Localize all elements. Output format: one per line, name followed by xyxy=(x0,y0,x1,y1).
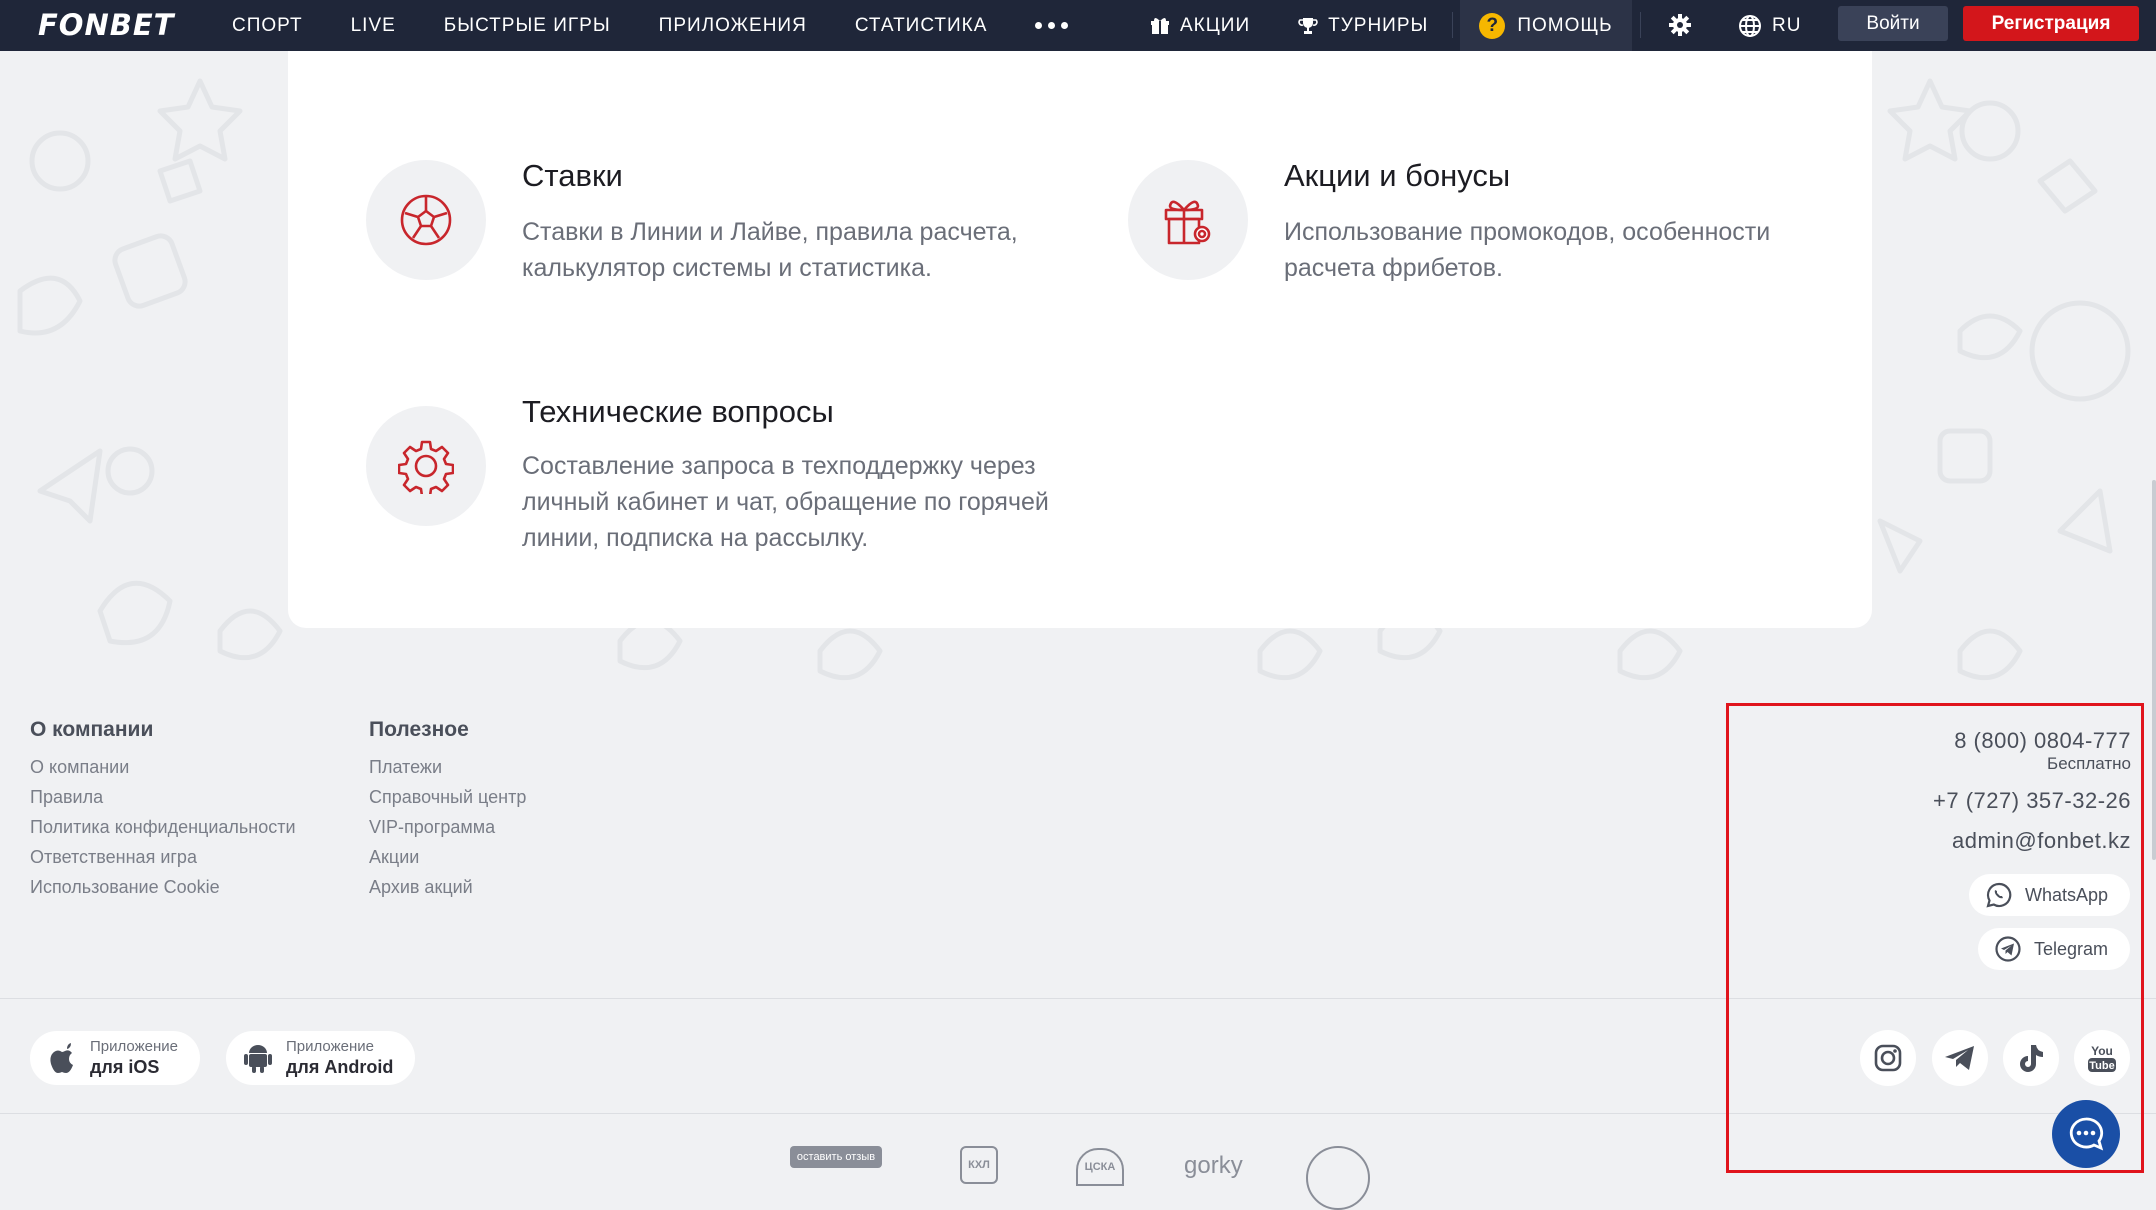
chat-button[interactable] xyxy=(2052,1100,2120,1168)
dot-icon xyxy=(1048,22,1056,29)
free-label: Бесплатно xyxy=(2047,754,2131,773)
nav-promotions[interactable]: АКЦИИ xyxy=(1150,15,1250,37)
gear-icon xyxy=(366,406,486,526)
android-app-button[interactable]: Приложение для Android xyxy=(226,1031,416,1085)
app-platform: для iOS xyxy=(90,1057,160,1077)
free-phone-link[interactable]: 8 (800) 0804-777 xyxy=(1933,728,2131,754)
page-scrollbar[interactable] xyxy=(2152,480,2156,860)
footer-link[interactable]: Использование Cookie xyxy=(30,872,296,902)
apple-icon xyxy=(50,1043,73,1073)
register-button[interactable]: Регистрация xyxy=(1963,6,2139,41)
help-topics-card: Ставки Ставки в Линии и Лайве, правила р… xyxy=(288,40,1872,628)
login-button[interactable]: Войти xyxy=(1838,6,1948,41)
footer-link[interactable]: Правила xyxy=(30,782,296,812)
svg-text:Tube: Tube xyxy=(2089,1060,2114,1072)
app-caption: Приложение xyxy=(286,1038,374,1055)
review-badge[interactable]: оставить отзыв xyxy=(790,1146,882,1168)
nav-apps[interactable]: ПРИЛОЖЕНИЯ xyxy=(659,15,807,37)
gift-icon xyxy=(1128,160,1248,280)
divider xyxy=(1452,12,1453,38)
partner-logos: оставить отзыв КХЛ ЦСКА gorky xyxy=(790,1140,1390,1210)
footer-link[interactable]: Платежи xyxy=(369,752,526,782)
question-icon: ? xyxy=(1479,12,1506,39)
help-label: ПОМОЩЬ xyxy=(1517,14,1613,36)
topic-description: Использование промокодов, особенности ра… xyxy=(1284,218,1771,282)
whatsapp-button[interactable]: WhatsApp xyxy=(1968,874,2130,916)
topic-description: Ставки в Линии и Лайве, правила расчета,… xyxy=(522,218,1018,282)
app-platform: для Android xyxy=(286,1057,394,1077)
cska-logo[interactable]: ЦСКА xyxy=(1076,1148,1124,1186)
divider xyxy=(0,1113,2156,1114)
whatsapp-label: WhatsApp xyxy=(2024,884,2108,905)
telegram-link[interactable] xyxy=(1932,1030,1988,1086)
secondary-nav: АКЦИИ ТУРНИРЫ xyxy=(1150,0,1476,51)
android-icon xyxy=(244,1045,272,1073)
footer-link[interactable]: VIP-программа xyxy=(369,812,526,842)
nav-tournaments-label: ТУРНИРЫ xyxy=(1328,14,1429,36)
footer-useful-column: Полезное Платежи Справочный центр VIP-пр… xyxy=(369,718,526,902)
youtube-icon: You Tube xyxy=(2088,1044,2116,1072)
language-switch[interactable]: RU xyxy=(1738,0,1801,51)
column-heading: Полезное xyxy=(369,718,469,741)
gear-icon xyxy=(1669,14,1691,36)
topic-title: Акции и бонусы xyxy=(1284,158,1511,193)
footer-contacts: 8 (800) 0804-777 Бесплатно +7 (727) 357-… xyxy=(1933,728,2131,854)
tiktok-icon xyxy=(2020,1045,2043,1072)
telegram-label: Telegram xyxy=(2033,938,2108,959)
rating-badge-logo[interactable] xyxy=(1306,1146,1370,1210)
divider xyxy=(1640,12,1641,38)
footer-link[interactable]: Ответственная игра xyxy=(30,842,296,872)
topic-tech[interactable]: Технические вопросы Составление запроса … xyxy=(366,394,1066,586)
main-nav: СПОРТ LIVE БЫСТРЫЕ ИГРЫ ПРИЛОЖЕНИЯ СТАТИ… xyxy=(232,0,1116,51)
globe-icon xyxy=(1739,14,1761,37)
fonbet-logo[interactable]: FONBET xyxy=(38,8,174,42)
more-menu-button[interactable] xyxy=(1035,22,1069,29)
chat-bubble-icon xyxy=(2069,1117,2104,1151)
nav-tournaments[interactable]: ТУРНИРЫ xyxy=(1298,15,1428,37)
footer-link[interactable]: О компании xyxy=(30,752,296,782)
phone-link[interactable]: +7 (727) 357-32-26 xyxy=(1933,788,2131,814)
telegram-icon xyxy=(1945,1046,1974,1070)
footer-link[interactable]: Справочный центр xyxy=(369,782,526,812)
topic-title: Ставки xyxy=(522,158,623,193)
footer-company-column: О компании О компании Правила Политика к… xyxy=(30,718,296,902)
settings-button[interactable] xyxy=(1668,13,1692,42)
footer-link[interactable]: Акции xyxy=(369,842,526,872)
nav-fast-games[interactable]: БЫСТРЫЕ ИГРЫ xyxy=(444,15,611,37)
topic-description: Составление запроса в техподдержку через… xyxy=(522,452,1049,552)
svg-text:You: You xyxy=(2091,1044,2113,1058)
nav-statistics[interactable]: СТАТИСТИКА xyxy=(855,15,988,37)
instagram-link[interactable] xyxy=(1860,1030,1916,1086)
instagram-icon xyxy=(1874,1044,1902,1072)
app-caption: Приложение xyxy=(90,1038,178,1055)
nav-sport[interactable]: СПОРТ xyxy=(232,15,303,37)
dot-icon xyxy=(1035,22,1043,29)
footer-link[interactable]: Архив акций xyxy=(369,872,526,902)
telegram-button[interactable]: Telegram xyxy=(1977,928,2130,970)
whatsapp-icon xyxy=(1986,882,2012,908)
gift-icon xyxy=(1151,17,1169,34)
topic-bets[interactable]: Ставки Ставки в Линии и Лайве, правила р… xyxy=(366,158,1066,320)
gorky-logo[interactable]: gorky xyxy=(1184,1152,1243,1180)
topic-title: Технические вопросы xyxy=(522,394,834,429)
nav-promotions-label: АКЦИИ xyxy=(1180,14,1251,36)
topic-promotions[interactable]: Акции и бонусы Использование промокодов,… xyxy=(1128,158,1848,320)
tiktok-link[interactable] xyxy=(2003,1030,2059,1086)
telegram-icon xyxy=(1995,936,2021,962)
youtube-link[interactable]: You Tube xyxy=(2074,1030,2130,1086)
khl-logo[interactable]: КХЛ xyxy=(960,1146,998,1184)
top-navigation-bar: FONBET СПОРТ LIVE БЫСТРЫЕ ИГРЫ ПРИЛОЖЕНИ… xyxy=(0,0,2156,51)
ios-app-button[interactable]: Приложение для iOS xyxy=(30,1031,200,1085)
nav-live[interactable]: LIVE xyxy=(351,15,396,37)
email-link[interactable]: admin@fonbet.kz xyxy=(1933,828,2131,854)
footer-link[interactable]: Политика конфиденциальности xyxy=(30,812,296,842)
soccer-ball-icon xyxy=(366,160,486,280)
help-button[interactable]: ? ПОМОЩЬ xyxy=(1460,0,1632,51)
divider xyxy=(0,998,2156,999)
column-heading: О компании xyxy=(30,718,154,741)
dot-icon xyxy=(1061,22,1069,29)
language-label: RU xyxy=(1772,14,1802,36)
trophy-icon xyxy=(1298,17,1318,34)
